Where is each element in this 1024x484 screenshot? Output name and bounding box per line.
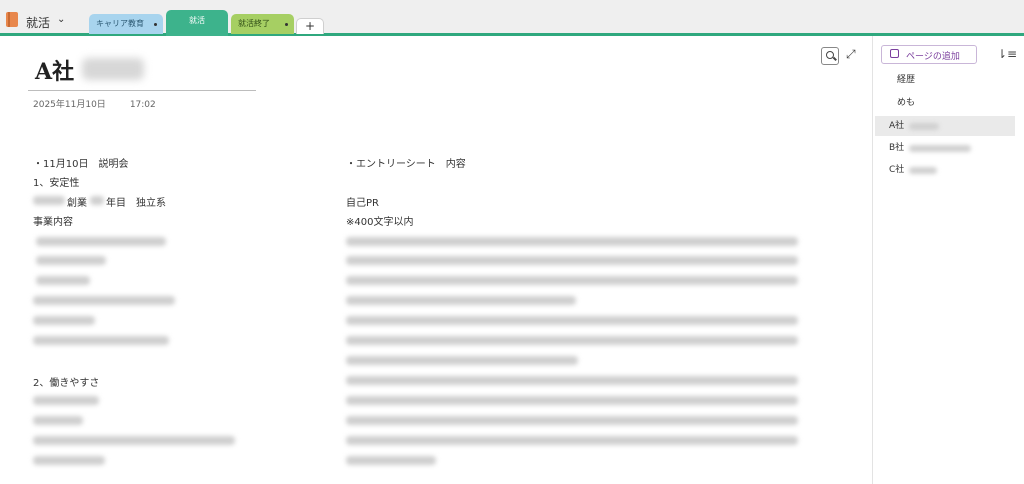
title-redacted	[82, 58, 144, 80]
redacted-text	[33, 296, 175, 305]
redacted-text	[909, 167, 937, 174]
redacted-text	[33, 316, 95, 325]
page-item-label: めも	[897, 98, 916, 108]
redacted-text	[33, 416, 83, 425]
redacted-text	[36, 276, 90, 285]
section-tab-bar: 就活 ⌄ キャリア教育 就活 就活終了 +	[0, 0, 1024, 36]
tab-label: キャリア教育	[96, 19, 144, 28]
add-section-button[interactable]: +	[296, 18, 324, 34]
note-line[interactable]: ・11月10日 説明会	[33, 155, 128, 170]
page-item-company-c[interactable]: C社	[875, 160, 1015, 180]
redacted-text	[33, 396, 99, 405]
redacted-text	[36, 256, 106, 265]
page-date: 2025年11月10日	[33, 100, 106, 110]
redacted-text	[346, 416, 798, 425]
redacted-text	[33, 456, 105, 465]
redacted-text	[346, 256, 798, 265]
note-line[interactable]: 2、働きやすさ	[33, 374, 99, 389]
note-line[interactable]: ・エントリーシート 内容	[346, 155, 466, 170]
redacted-text	[36, 237, 166, 246]
page-item-label: B社	[889, 143, 905, 153]
redacted-text	[33, 196, 65, 205]
page-item-label: C社	[889, 165, 905, 175]
redacted-text	[90, 196, 104, 205]
page-item-company-a[interactable]: A社	[875, 116, 1015, 136]
redacted-text	[346, 336, 798, 345]
page-title[interactable]: A社	[35, 54, 74, 86]
tab-label: 就活終了	[238, 19, 270, 28]
chevron-down-icon[interactable]: ⌄	[57, 14, 65, 25]
note-line[interactable]: 年目 独立系	[106, 194, 166, 209]
tab-dot-icon	[285, 23, 288, 26]
note-line[interactable]: 自己PR	[346, 194, 379, 209]
page-item-history[interactable]: 経歴	[875, 70, 1015, 90]
redacted-text	[346, 356, 578, 365]
redacted-text	[909, 145, 971, 152]
redacted-text	[346, 396, 798, 405]
page-datetime: 2025年11月10日 17:02	[33, 97, 156, 110]
add-page-button[interactable]: ページの追加	[881, 45, 977, 64]
redacted-text	[346, 436, 798, 445]
page-item-label: A社	[889, 121, 905, 131]
redacted-text	[33, 336, 169, 345]
notebook-name[interactable]: 就活	[26, 14, 50, 31]
page-item-label: 経歴	[897, 75, 916, 85]
title-underline	[28, 90, 256, 91]
redacted-text	[346, 237, 798, 246]
redacted-text	[346, 316, 798, 325]
tab-dot-icon	[154, 23, 157, 26]
note-line[interactable]: 事業内容	[33, 213, 73, 228]
add-page-label: ページの追加	[906, 52, 960, 62]
add-page-icon	[890, 49, 899, 58]
redacted-text	[346, 276, 798, 285]
page-time: 17:02	[129, 100, 156, 110]
redacted-text	[346, 456, 436, 465]
tab-job-hunting-finished[interactable]: 就活終了	[231, 14, 294, 34]
redacted-text	[346, 376, 798, 385]
redacted-text	[909, 123, 939, 130]
tab-job-hunting[interactable]: 就活	[166, 10, 228, 36]
tab-career-education[interactable]: キャリア教育	[89, 14, 163, 34]
tab-label: 就活	[189, 16, 205, 25]
note-line[interactable]: 1、安定性	[33, 174, 79, 189]
sort-icon[interactable]: ⇂≡	[997, 47, 1017, 61]
notebook-icon[interactable]	[6, 12, 18, 27]
note-line[interactable]: ※400文字以内	[346, 213, 413, 228]
page-item-company-b[interactable]: B社	[875, 138, 1015, 158]
page-item-memo[interactable]: めも	[875, 93, 1015, 113]
redacted-text	[346, 296, 576, 305]
expand-icon[interactable]: ⤢	[846, 47, 856, 62]
note-line[interactable]: 創業	[67, 194, 87, 209]
search-icon[interactable]	[821, 47, 839, 65]
redacted-text	[33, 436, 235, 445]
